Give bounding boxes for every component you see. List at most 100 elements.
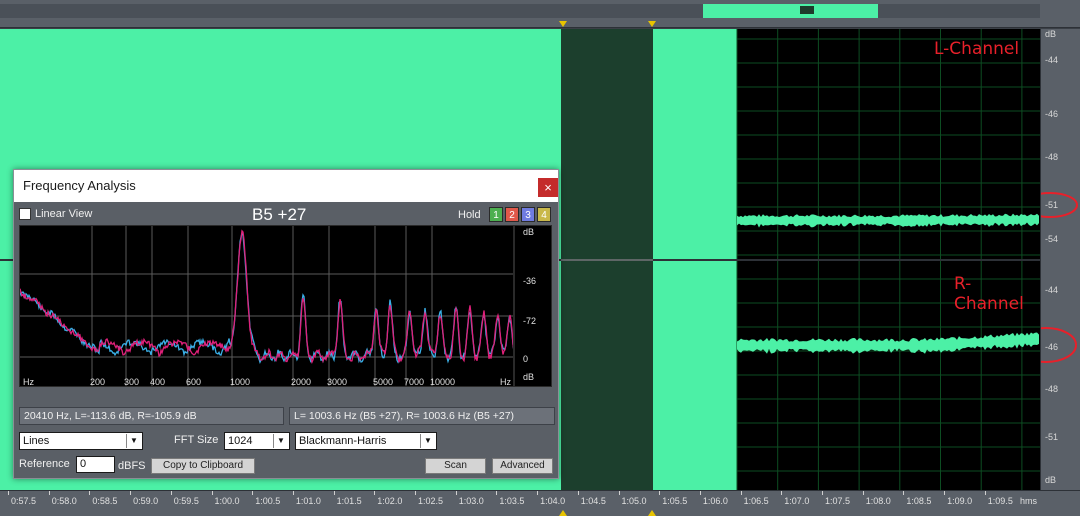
copy-to-clipboard-button[interactable]: Copy to Clipboard bbox=[151, 458, 255, 474]
db-ruler[interactable]: dB -44 -46 -48 -51 -54 -44 -46 -48 -51 d… bbox=[1040, 29, 1080, 490]
time-label: 1:07.5 bbox=[825, 496, 851, 506]
peak-readout: L= 1003.6 Hz (B5 +27), R= 1003.6 Hz (B5 … bbox=[289, 407, 555, 425]
freq-tick: 5000 bbox=[373, 377, 394, 387]
hold-3-button[interactable]: 3 bbox=[521, 207, 535, 222]
time-tick bbox=[455, 491, 457, 495]
time-tick bbox=[537, 491, 539, 495]
selection-start-handle[interactable] bbox=[559, 21, 567, 27]
selection-start-marker[interactable] bbox=[559, 510, 567, 516]
time-tick bbox=[8, 491, 9, 495]
time-tick bbox=[862, 491, 864, 495]
freq-tick: 2000 bbox=[291, 377, 312, 387]
time-label: 1:06.0 bbox=[702, 496, 728, 506]
time-tick bbox=[781, 491, 783, 495]
time-label: 1:06.5 bbox=[743, 496, 769, 506]
time-ruler[interactable]: 0:57.5 0:58.0 0:58.5 0:59.0 0:59.5 1:00.0 1:00… bbox=[0, 490, 1080, 516]
scan-button[interactable]: Scan bbox=[425, 458, 486, 474]
advanced-button[interactable]: Advanced bbox=[492, 458, 553, 474]
time-label: 1:09.5 bbox=[987, 496, 1013, 506]
freq-tick: 200 bbox=[90, 377, 106, 387]
time-tick bbox=[48, 491, 50, 495]
time-label: 1:01.0 bbox=[295, 496, 321, 506]
time-label: 1:09.0 bbox=[947, 496, 973, 506]
graph-type-select[interactable]: Lines ▼ bbox=[19, 432, 143, 450]
time-tick bbox=[374, 491, 376, 495]
time-tick bbox=[496, 491, 498, 495]
hold-4-button[interactable]: 4 bbox=[537, 207, 551, 222]
db-axis-tick: 0 bbox=[523, 354, 529, 364]
overview-view-range[interactable] bbox=[703, 4, 878, 18]
time-label: 1:03.0 bbox=[458, 496, 484, 506]
spectrum-trace bbox=[19, 231, 519, 364]
linear-view-checkbox[interactable] bbox=[19, 208, 31, 220]
time-label: 1:01.5 bbox=[336, 496, 362, 506]
freq-tick: 1000 bbox=[230, 377, 251, 387]
time-label: 1:05.5 bbox=[662, 496, 688, 506]
time-label: 1:02.0 bbox=[377, 496, 403, 506]
time-label: 0:58.5 bbox=[92, 496, 118, 506]
time-tick bbox=[292, 491, 294, 495]
freq-tick: 3000 bbox=[327, 377, 348, 387]
dialog-titlebar[interactable]: Frequency Analysis × bbox=[14, 170, 558, 202]
time-label: 1:08.0 bbox=[865, 496, 891, 506]
right-level-highlight bbox=[1041, 327, 1077, 363]
selection-end-marker[interactable] bbox=[648, 510, 656, 516]
hold-1-button[interactable]: 1 bbox=[489, 207, 503, 222]
close-button[interactable]: × bbox=[538, 178, 558, 197]
cursor-readout: 20410 Hz, L=-113.6 dB, R=-105.9 dB bbox=[19, 407, 284, 425]
time-tick bbox=[170, 491, 172, 495]
chevron-down-icon[interactable]: ▼ bbox=[420, 434, 435, 448]
time-label: 1:08.5 bbox=[906, 496, 932, 506]
spectrum-plot[interactable]: Hz 200 300 400 600 1000 2000 3000 5000 7… bbox=[19, 225, 519, 387]
time-tick bbox=[740, 491, 742, 495]
freq-tick: 600 bbox=[186, 377, 202, 387]
time-tick bbox=[699, 491, 701, 495]
time-tick bbox=[211, 491, 213, 495]
overview-track[interactable] bbox=[0, 4, 1040, 18]
time-tick bbox=[822, 491, 823, 495]
hold-label: Hold bbox=[458, 209, 481, 221]
reference-label: Reference bbox=[19, 458, 70, 470]
time-tick bbox=[89, 491, 91, 495]
chevron-down-icon[interactable]: ▼ bbox=[273, 434, 288, 448]
graph-type-value: Lines bbox=[23, 435, 50, 447]
time-label: 0:59.0 bbox=[133, 496, 159, 506]
time-label: 0:59.5 bbox=[173, 496, 199, 506]
selection-end-handle[interactable] bbox=[648, 21, 656, 27]
time-label: 1:03.5 bbox=[499, 496, 525, 506]
time-tick bbox=[130, 491, 132, 495]
linear-view-label[interactable]: Linear View bbox=[35, 208, 92, 220]
fft-size-value: 1024 bbox=[228, 435, 253, 447]
time-tick bbox=[577, 491, 579, 495]
dbfs-label: dBFS bbox=[118, 460, 146, 472]
time-label: 1:02.5 bbox=[418, 496, 444, 506]
time-tick bbox=[618, 491, 620, 495]
time-tick bbox=[252, 491, 254, 495]
time-label: 1:00.5 bbox=[255, 496, 281, 506]
freq-tick: 400 bbox=[150, 377, 166, 387]
peak-note-display: B5 +27 bbox=[252, 205, 307, 224]
reference-input[interactable]: 0 bbox=[76, 456, 115, 473]
spectrum-graph bbox=[19, 226, 519, 386]
freq-axis-unit: Hz bbox=[500, 377, 511, 387]
chevron-down-icon[interactable]: ▼ bbox=[126, 434, 141, 448]
time-tick bbox=[903, 491, 905, 495]
left-level-highlight bbox=[1041, 192, 1078, 218]
db-axis-tick: -36 bbox=[523, 276, 537, 286]
time-label: 1:04.0 bbox=[540, 496, 566, 506]
frequency-analysis-dialog[interactable]: Frequency Analysis × Linear View B5 +27 … bbox=[13, 169, 559, 479]
left-channel-label: L-Channel bbox=[934, 39, 1020, 59]
time-label: 1:07.0 bbox=[784, 496, 810, 506]
hold-2-button[interactable]: 2 bbox=[505, 207, 519, 222]
freq-tick: 7000 bbox=[404, 377, 425, 387]
waveform-trace bbox=[737, 213, 1039, 228]
window-function-select[interactable]: Blackmann-Harris ▼ bbox=[295, 432, 437, 450]
time-tick bbox=[333, 491, 335, 495]
db-axis-unit: dB bbox=[523, 372, 535, 382]
right-channel-label: R-Channel bbox=[954, 274, 1024, 314]
fft-size-select[interactable]: 1024 ▼ bbox=[224, 432, 290, 450]
db-annotation-layer bbox=[1041, 192, 1078, 363]
overview-bar[interactable] bbox=[0, 0, 1080, 28]
overview-cursor bbox=[800, 6, 814, 14]
db-axis-tick: -72 bbox=[523, 316, 537, 326]
